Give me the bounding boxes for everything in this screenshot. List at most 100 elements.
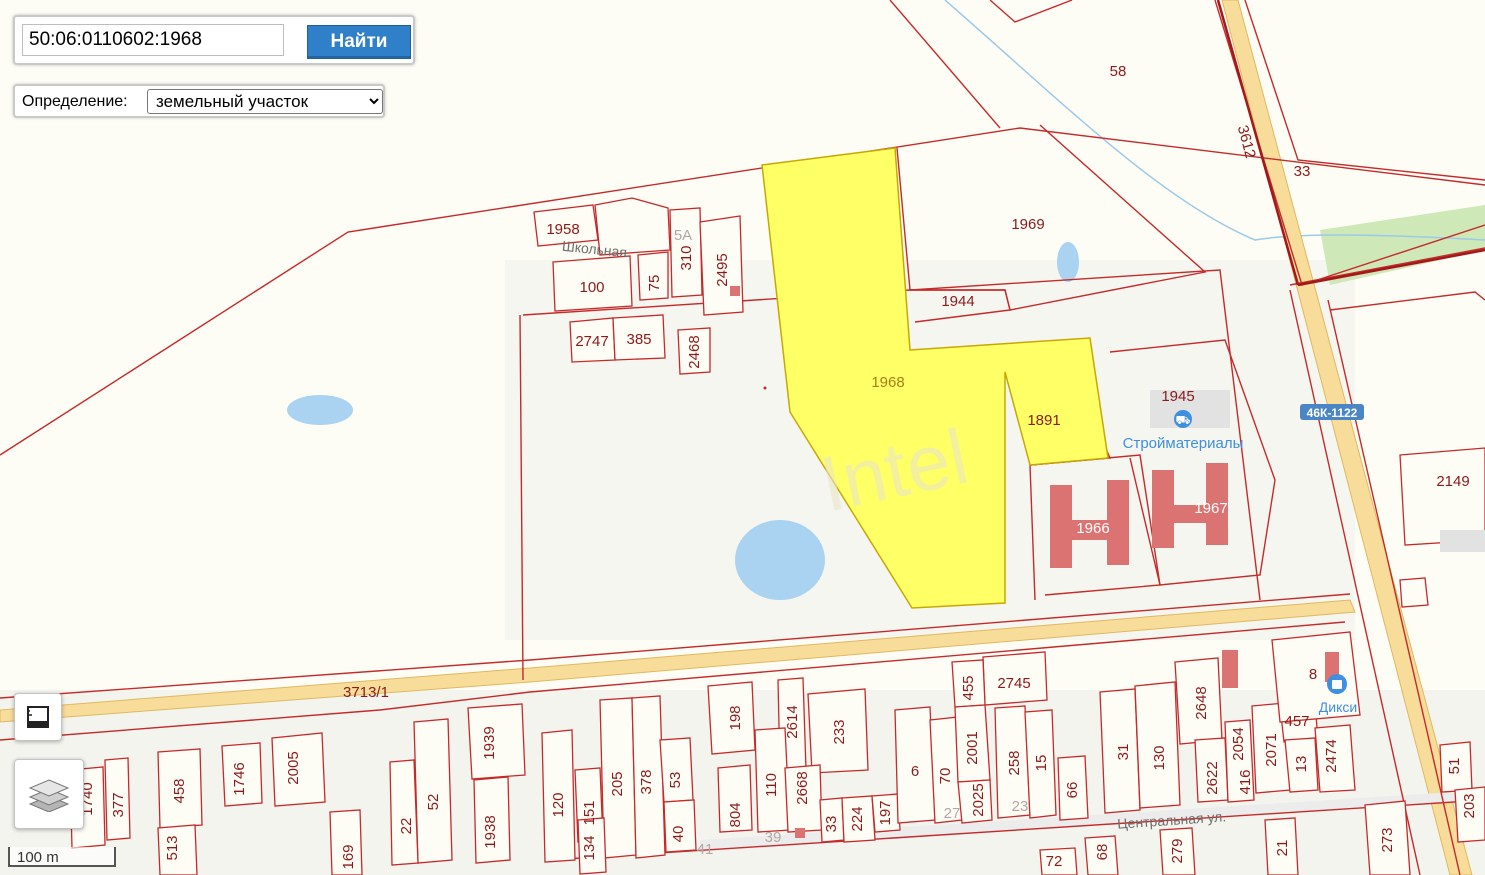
label-134: 134 xyxy=(581,835,598,860)
label-1966: 1966 xyxy=(1076,520,1109,537)
label-1967: 1967 xyxy=(1194,500,1227,517)
definition-select[interactable]: земельный участок xyxy=(147,89,383,114)
gray-building-east xyxy=(1440,530,1485,552)
label-2149: 2149 xyxy=(1436,473,1469,490)
label-27: 27 xyxy=(944,805,961,822)
label-40: 40 xyxy=(670,826,687,843)
label-2054: 2054 xyxy=(1230,727,1247,760)
scale-label: 100 m xyxy=(17,849,59,866)
label-2745: 2745 xyxy=(997,675,1030,692)
label-75: 75 xyxy=(646,275,663,292)
parcel-53 xyxy=(659,737,694,803)
scale-bar: 100 m xyxy=(0,847,118,869)
label-1938: 1938 xyxy=(482,815,499,848)
label-1969: 1969 xyxy=(1011,216,1044,233)
pond-west xyxy=(287,395,353,425)
building-south-c xyxy=(730,286,740,296)
cadastral-map[interactable]: Intel 58 33 3612 1969 1944 1958 100 310 … xyxy=(0,0,1485,875)
label-3713-1: 3713/1 xyxy=(343,684,389,701)
label-23: 23 xyxy=(1012,798,1029,815)
parcel-130 xyxy=(1134,681,1181,809)
label-378: 378 xyxy=(638,769,655,794)
label-8: 8 xyxy=(1309,666,1317,683)
label-2001: 2001 xyxy=(964,731,981,764)
label-100: 100 xyxy=(579,279,604,296)
building-south-d xyxy=(795,828,805,838)
label-2005: 2005 xyxy=(285,751,302,784)
label-68: 68 xyxy=(1094,844,1111,861)
label-66: 66 xyxy=(1064,782,1081,799)
label-53: 53 xyxy=(667,772,684,789)
selected-parcel-label: 1968 xyxy=(871,374,904,391)
label-2071: 2071 xyxy=(1263,733,1280,766)
search-button[interactable]: Найти xyxy=(307,25,411,59)
label-1958: 1958 xyxy=(546,221,579,238)
label-169: 169 xyxy=(340,844,357,869)
label-513: 513 xyxy=(164,835,181,860)
label-31: 31 xyxy=(1115,744,1132,761)
label-22: 22 xyxy=(398,818,415,835)
label-1746: 1746 xyxy=(231,762,248,795)
road-badge-label: 46К-1122 xyxy=(1307,406,1358,420)
definition-label: Определение: xyxy=(22,93,128,110)
label-2747: 2747 xyxy=(575,333,608,350)
label-457: 457 xyxy=(1284,713,1309,730)
label-5a: 5А xyxy=(674,227,692,244)
label-120: 120 xyxy=(550,792,567,817)
label-15: 15 xyxy=(1033,755,1050,772)
label-2648: 2648 xyxy=(1193,686,1210,719)
label-13: 13 xyxy=(1293,756,1310,773)
shopping-bag-icon-glyph xyxy=(1332,680,1342,689)
label-804: 804 xyxy=(727,802,744,827)
pond-north xyxy=(1057,242,1079,282)
label-21: 21 xyxy=(1274,840,1291,857)
label-377: 377 xyxy=(110,792,127,817)
ruler-button[interactable] xyxy=(14,693,62,741)
label-72: 72 xyxy=(1046,853,1063,870)
label-455: 455 xyxy=(960,675,977,700)
label-203: 203 xyxy=(1461,793,1478,818)
label-52: 52 xyxy=(425,794,442,811)
layers-icon xyxy=(28,779,70,812)
label-2668: 2668 xyxy=(794,771,811,804)
label-110: 110 xyxy=(763,773,780,797)
label-33-south: 33 xyxy=(823,816,840,833)
label-2025: 2025 xyxy=(970,783,987,816)
label-197: 197 xyxy=(877,800,894,825)
label-416: 416 xyxy=(1237,769,1254,794)
parcel-east-block xyxy=(1399,577,1429,608)
label-2474: 2474 xyxy=(1323,739,1340,772)
cadastral-search-input[interactable] xyxy=(22,24,284,56)
label-33: 33 xyxy=(1294,163,1311,180)
label-51: 51 xyxy=(1446,758,1463,775)
label-58: 58 xyxy=(1110,63,1127,80)
label-310: 310 xyxy=(678,245,695,270)
parcel-52 xyxy=(413,718,453,864)
building-south-a xyxy=(1222,650,1238,688)
label-1944: 1944 xyxy=(941,293,974,310)
label-2614: 2614 xyxy=(784,705,801,738)
label-273: 273 xyxy=(1379,827,1396,852)
label-205: 205 xyxy=(609,771,626,796)
label-458: 458 xyxy=(171,778,188,803)
layers-button[interactable] xyxy=(14,759,84,829)
label-385: 385 xyxy=(626,331,651,348)
label-2468: 2468 xyxy=(686,335,703,368)
definition-panel: Определение: земельный участок xyxy=(13,84,385,118)
label-2495: 2495 xyxy=(714,253,731,286)
poi-label-stroymaterialy[interactable]: Стройматериалы xyxy=(1123,435,1244,452)
label-6: 6 xyxy=(911,763,919,780)
label-39: 39 xyxy=(765,829,782,846)
poi-label-diksi[interactable]: Дикси xyxy=(1319,699,1357,715)
parcel-22 xyxy=(389,759,419,866)
label-41: 41 xyxy=(697,841,714,858)
cart-icon-glyph: ⛟ xyxy=(1175,413,1190,427)
label-258: 258 xyxy=(1006,750,1023,775)
label-151: 151 xyxy=(581,800,598,825)
label-279: 279 xyxy=(1169,838,1186,863)
label-1891: 1891 xyxy=(1027,412,1060,429)
search-panel: Найти xyxy=(13,15,415,65)
label-1945: 1945 xyxy=(1161,388,1194,405)
label-233: 233 xyxy=(831,719,848,744)
label-70: 70 xyxy=(937,768,954,785)
